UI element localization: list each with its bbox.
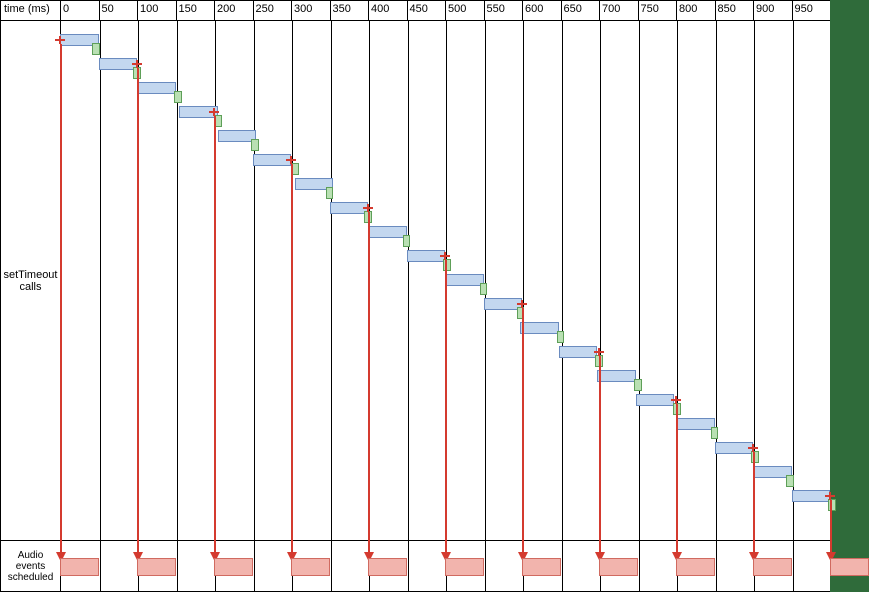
time-tick: 800 — [676, 0, 716, 21]
time-tick: 850 — [715, 0, 755, 21]
time-tick: 450 — [407, 0, 447, 21]
time-tick: 0 — [60, 0, 100, 21]
settimeout-callback-bar — [711, 427, 719, 439]
settimeout-interval-bar — [559, 346, 598, 358]
settimeout-callback-bar — [92, 43, 100, 55]
timing-diagram: time (ms) 050100150200250300350400450500… — [0, 0, 869, 592]
schedule-arrow — [753, 452, 755, 554]
time-tick: 900 — [753, 0, 793, 21]
settimeout-interval-bar — [676, 418, 715, 430]
settimeout-interval-bar — [137, 82, 176, 94]
settimeout-callback-bar — [174, 91, 182, 103]
time-tick: 400 — [368, 0, 408, 21]
time-tick: 700 — [599, 0, 639, 21]
settimeout-interval-bar — [715, 442, 754, 454]
schedule-arrow — [137, 68, 139, 554]
time-tick: 250 — [253, 0, 293, 21]
audio-event-block — [830, 558, 869, 576]
time-tick: 650 — [561, 0, 601, 21]
schedule-arrow — [445, 260, 447, 554]
audio-event-block — [599, 558, 638, 576]
audio-event-block — [60, 558, 99, 576]
settimeout-interval-bar — [597, 370, 636, 382]
row-header-settimeout: setTimeout calls — [0, 20, 61, 541]
audio-event-block — [214, 558, 253, 576]
schedule-arrow — [214, 116, 216, 554]
settimeout-interval-bar — [253, 154, 292, 166]
schedule-arrow — [522, 308, 524, 554]
settimeout-interval-bar — [330, 202, 369, 214]
time-tick: 950 — [792, 0, 832, 21]
audio-event-block — [522, 558, 561, 576]
settimeout-interval-bar — [636, 394, 675, 406]
settimeout-callback-bar — [326, 187, 334, 199]
time-tick: 550 — [484, 0, 524, 21]
audio-event-block — [445, 558, 484, 576]
settimeout-interval-bar — [407, 250, 446, 262]
time-tick: 100 — [137, 0, 177, 21]
settimeout-callback-bar — [557, 331, 565, 343]
row-header-audio: Audio events scheduled — [0, 540, 61, 592]
settimeout-interval-bar — [520, 322, 559, 334]
time-tick: 600 — [522, 0, 562, 21]
settimeout-interval-bar — [99, 58, 138, 70]
settimeout-callback-bar — [786, 475, 794, 487]
schedule-arrow — [599, 356, 601, 554]
audio-event-block — [291, 558, 330, 576]
audio-event-block — [368, 558, 407, 576]
audio-event-block — [676, 558, 715, 576]
time-tick: 750 — [638, 0, 678, 21]
time-tick: 350 — [330, 0, 370, 21]
schedule-arrow — [60, 44, 62, 554]
schedule-arrow — [291, 164, 293, 554]
time-tick: 500 — [445, 0, 485, 21]
time-header-label: time (ms) — [0, 0, 61, 21]
audio-event-block — [137, 558, 176, 576]
settimeout-callback-bar — [634, 379, 642, 391]
settimeout-callback-bar — [403, 235, 411, 247]
settimeout-interval-bar — [179, 106, 218, 118]
time-tick: 200 — [214, 0, 254, 21]
settimeout-interval-bar — [368, 226, 407, 238]
schedule-arrow — [830, 500, 832, 554]
settimeout-callback-bar — [480, 283, 488, 295]
time-tick: 150 — [176, 0, 216, 21]
settimeout-callback-bar — [251, 139, 259, 151]
settimeout-interval-bar — [792, 490, 831, 502]
schedule-arrow — [368, 212, 370, 554]
time-tick: 300 — [291, 0, 331, 21]
audio-event-block — [753, 558, 792, 576]
time-tick: 50 — [99, 0, 139, 21]
schedule-arrow — [676, 404, 678, 554]
settimeout-interval-bar — [445, 274, 484, 286]
